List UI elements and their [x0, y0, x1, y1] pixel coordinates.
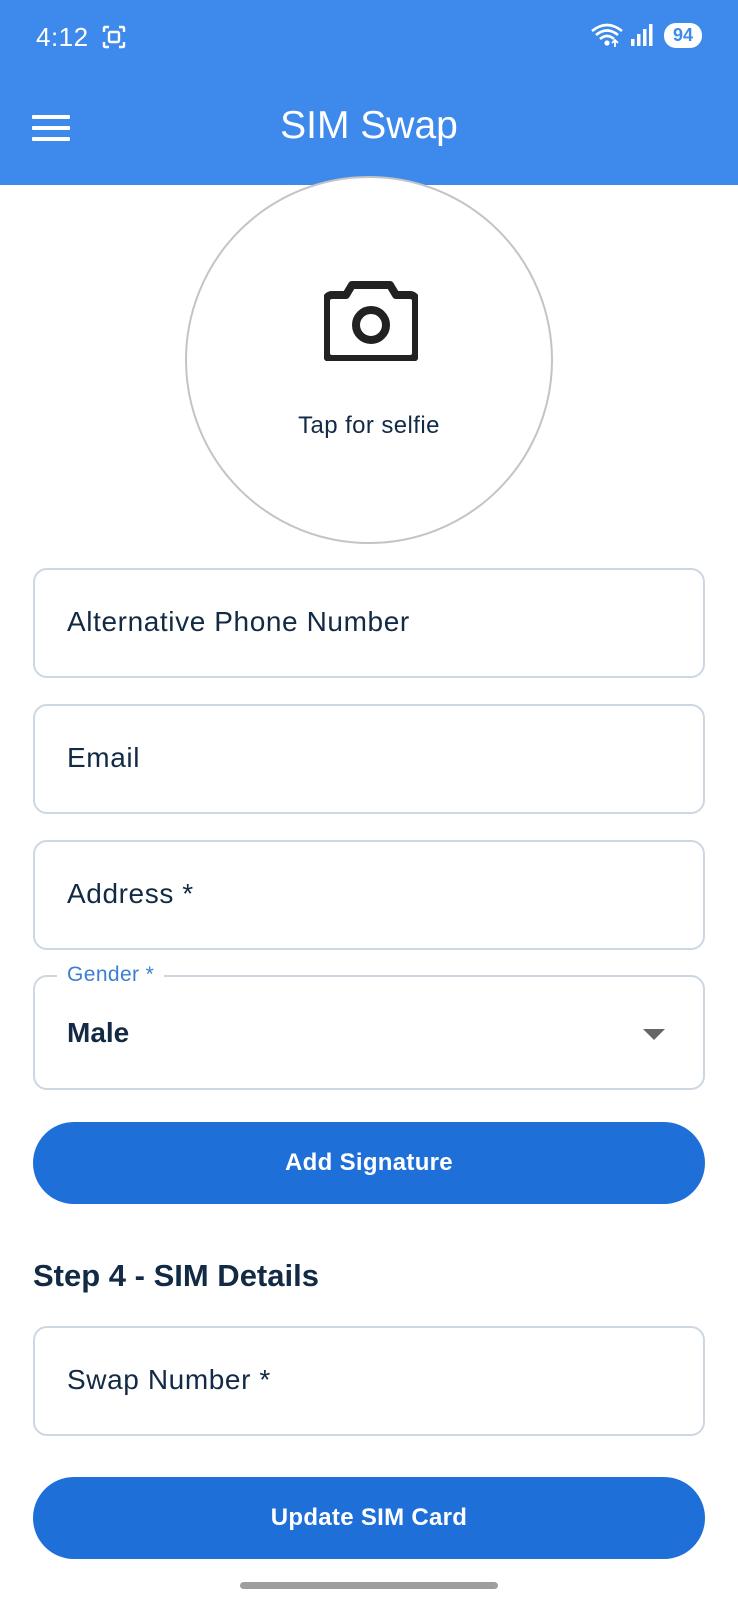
update-sim-card-button[interactable]: Update SIM Card [33, 1477, 705, 1559]
status-time: 4:12 [36, 22, 89, 52]
gender-label: Gender * [57, 963, 165, 987]
screenshot-icon [102, 25, 126, 49]
address-field[interactable]: Address * [33, 840, 705, 950]
step-heading: Step 4 - SIM Details [33, 1258, 319, 1293]
home-indicator[interactable] [240, 1582, 498, 1589]
email-label: Email [67, 742, 141, 773]
add-signature-button[interactable]: Add Signature [33, 1122, 705, 1204]
app-bar: 4:12 94 SIM Swap [0, 0, 738, 185]
swap-number-label: Swap Number * [67, 1364, 271, 1395]
battery-level: 94 [663, 22, 702, 48]
wifi-icon [591, 23, 623, 47]
selfie-capture[interactable]: Tap for selfie [185, 176, 553, 544]
address-label: Address * [67, 878, 194, 909]
swap-number-field[interactable]: Swap Number * [33, 1326, 705, 1436]
gender-value: Male [67, 1017, 130, 1048]
dropdown-arrow-icon [643, 1029, 665, 1040]
signal-icon [630, 24, 653, 46]
page-title: SIM Swap [280, 104, 458, 147]
selfie-caption: Tap for selfie [298, 412, 440, 439]
email-field[interactable]: Email [33, 704, 705, 814]
camera-icon [324, 281, 418, 361]
alternative-phone-label: Alternative Phone Number [67, 606, 410, 637]
alternative-phone-field[interactable]: Alternative Phone Number [33, 568, 705, 678]
gender-select[interactable]: Gender * Male [33, 963, 705, 1090]
status-icons: 94 [590, 22, 702, 48]
